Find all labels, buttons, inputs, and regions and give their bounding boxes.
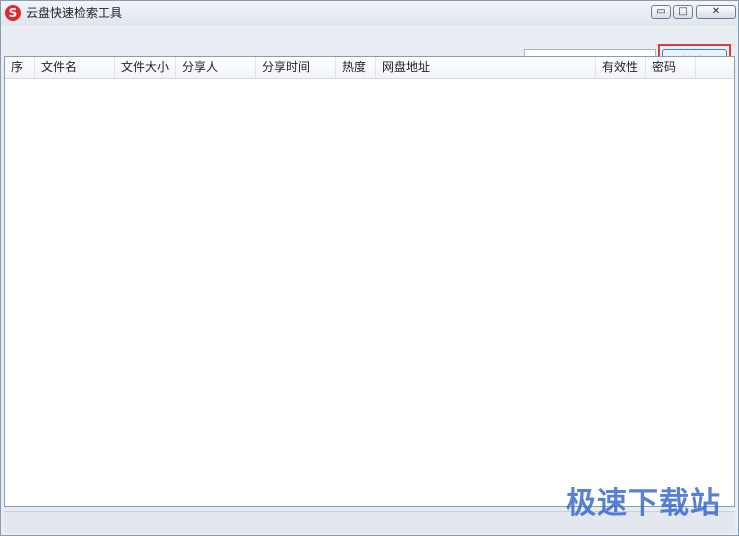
column-header-url[interactable]: 网盘地址 (376, 57, 596, 78)
watermark-text: 极速下载站 (566, 486, 721, 521)
window-title: 云盘快速检索工具 (26, 6, 123, 20)
minimize-button[interactable]: ▭ (651, 5, 671, 19)
results-header: 序 文件名 文件大小 分享人 分享时间 热度 网盘地址 有效性 密码 (5, 57, 734, 79)
results-list[interactable]: 序 文件名 文件大小 分享人 分享时间 热度 网盘地址 有效性 密码 (4, 56, 735, 507)
column-header-popularity[interactable]: 热度 (336, 57, 376, 78)
toolbar: 搜索 (1, 25, 738, 81)
close-button[interactable]: ✕ (696, 5, 736, 19)
app-window: S 云盘快速检索工具 ▭ □ ✕ 搜索 序 文件名 文件大小 分享人 分享时间 … (0, 0, 739, 536)
column-header-password[interactable]: 密码 (646, 57, 696, 78)
column-header-validity[interactable]: 有效性 (596, 57, 646, 78)
column-header-filesize[interactable]: 文件大小 (115, 57, 176, 78)
column-header-filename[interactable]: 文件名 (35, 57, 115, 78)
column-header-share-time[interactable]: 分享时间 (256, 57, 336, 78)
title-bar[interactable]: S 云盘快速检索工具 ▭ □ ✕ (1, 1, 738, 25)
maximize-button[interactable]: □ (673, 5, 693, 19)
column-header-sharer[interactable]: 分享人 (176, 57, 256, 78)
column-header-index[interactable]: 序 (5, 57, 35, 78)
app-logo-icon: S (5, 5, 21, 21)
